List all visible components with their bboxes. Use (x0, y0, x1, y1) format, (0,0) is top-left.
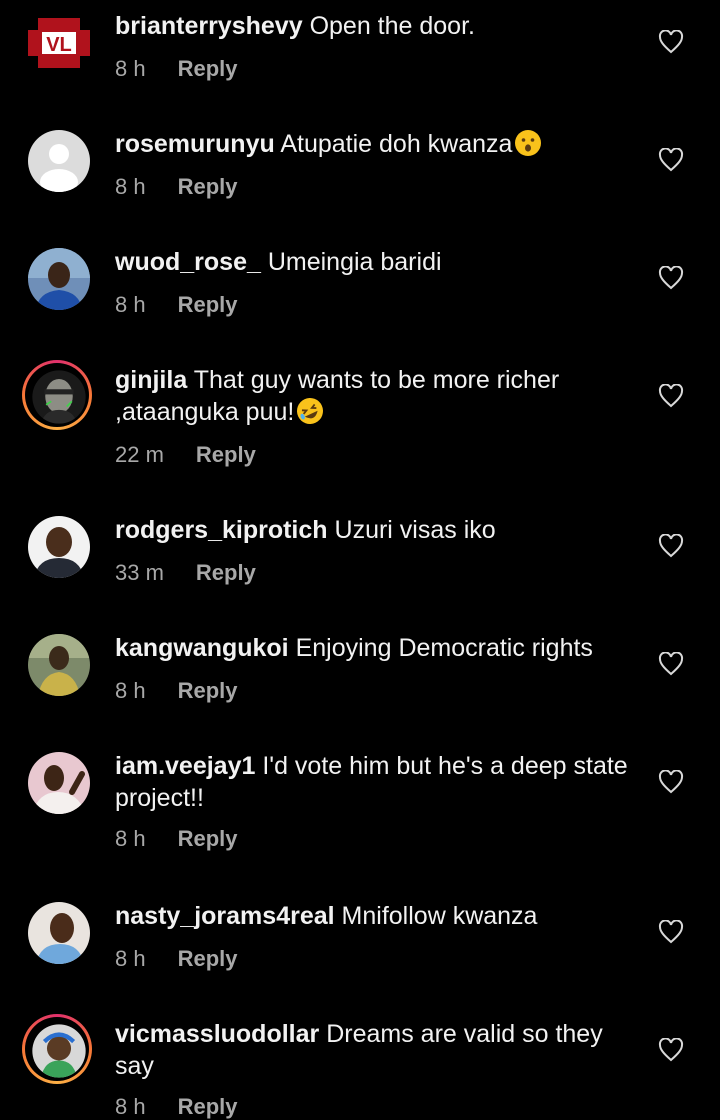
rolling-laughing-icon (297, 398, 324, 424)
comment-text: kangwangukoi Enjoying Democratic rights (115, 632, 635, 664)
heart-icon[interactable] (658, 384, 684, 408)
reply-button[interactable]: Reply (178, 826, 238, 851)
reply-button[interactable]: Reply (178, 946, 238, 971)
hushed-face-icon (515, 130, 542, 156)
username[interactable]: wuod_rose_ (115, 248, 261, 276)
comment-text: iam.veejay1 I'd vote him but he's a deep… (115, 750, 635, 814)
avatar[interactable] (22, 1014, 92, 1084)
avatar[interactable] (28, 248, 90, 310)
avatar[interactable] (28, 902, 90, 964)
username[interactable]: ginjila (115, 366, 187, 394)
comment-text: nasty_jorams4real Mnifollow kwanza (115, 900, 635, 932)
timestamp: 8 h (115, 826, 146, 851)
timestamp: 22 m (115, 442, 164, 467)
comment-meta: 8 h Reply (115, 678, 238, 704)
avatar[interactable] (28, 752, 90, 814)
timestamp: 8 h (115, 174, 146, 199)
comment-meta: 8 h Reply (115, 946, 238, 972)
reply-button[interactable]: Reply (178, 1094, 238, 1119)
comment-meta: 8 h Reply (115, 174, 238, 200)
comment-body: Uzuri visas iko (334, 516, 496, 544)
reply-button[interactable]: Reply (178, 174, 238, 199)
comment-text: brianterryshevy Open the door. (115, 10, 635, 42)
comment-body: Umeingia baridi (267, 248, 442, 276)
heart-icon[interactable] (658, 1038, 684, 1062)
username[interactable]: rodgers_kiprotich (115, 516, 328, 544)
username[interactable]: kangwangukoi (115, 634, 289, 662)
timestamp: 33 m (115, 560, 164, 585)
reply-button[interactable]: Reply (196, 442, 256, 467)
avatar[interactable] (28, 634, 90, 696)
username[interactable]: brianterryshevy (115, 12, 303, 40)
comment-text: vicmassluodollar Dreams are valid so the… (115, 1018, 635, 1082)
username[interactable]: vicmassluodollar (115, 1020, 319, 1048)
comment-text: ginjila That guy wants to be more richer… (115, 364, 635, 428)
comment-meta: 8 h Reply (115, 292, 238, 318)
heart-icon[interactable] (658, 652, 684, 676)
timestamp: 8 h (115, 1094, 146, 1119)
avatar[interactable] (28, 130, 90, 192)
comment-body: Open the door. (309, 12, 475, 40)
comment-meta: 33 m Reply (115, 560, 256, 586)
timestamp: 8 h (115, 56, 146, 81)
heart-icon[interactable] (658, 30, 684, 54)
username[interactable]: nasty_jorams4real (115, 902, 335, 930)
avatar[interactable] (28, 516, 90, 578)
comment-text: rosemurunyu Atupatie doh kwanza (115, 128, 635, 160)
comment-body: Mnifollow kwanza (341, 902, 538, 930)
comment-meta: 8 h Reply (115, 826, 238, 852)
avatar-logo-text: VL (46, 34, 72, 56)
comment-text: rodgers_kiprotich Uzuri visas iko (115, 514, 635, 546)
comment-text: wuod_rose_ Umeingia baridi (115, 246, 635, 278)
reply-button[interactable]: Reply (178, 292, 238, 317)
reply-button[interactable]: Reply (178, 678, 238, 703)
comment-meta: 8 h Reply (115, 1094, 238, 1120)
timestamp: 8 h (115, 678, 146, 703)
comment-meta: 8 h Reply (115, 56, 238, 82)
username[interactable]: iam.veejay1 (115, 752, 255, 780)
timestamp: 8 h (115, 946, 146, 971)
username[interactable]: rosemurunyu (115, 130, 275, 158)
heart-icon[interactable] (658, 770, 684, 794)
avatar[interactable]: VL (28, 12, 90, 74)
avatar[interactable] (22, 360, 92, 430)
heart-icon[interactable] (658, 148, 684, 172)
reply-button[interactable]: Reply (196, 560, 256, 585)
comment-meta: 22 m Reply (115, 442, 256, 468)
comment-body: Atupatie doh kwanza (280, 130, 513, 158)
heart-icon[interactable] (658, 534, 684, 558)
heart-icon[interactable] (658, 920, 684, 944)
reply-button[interactable]: Reply (178, 56, 238, 81)
comment-body: Enjoying Democratic rights (295, 634, 593, 662)
timestamp: 8 h (115, 292, 146, 317)
heart-icon[interactable] (658, 266, 684, 290)
